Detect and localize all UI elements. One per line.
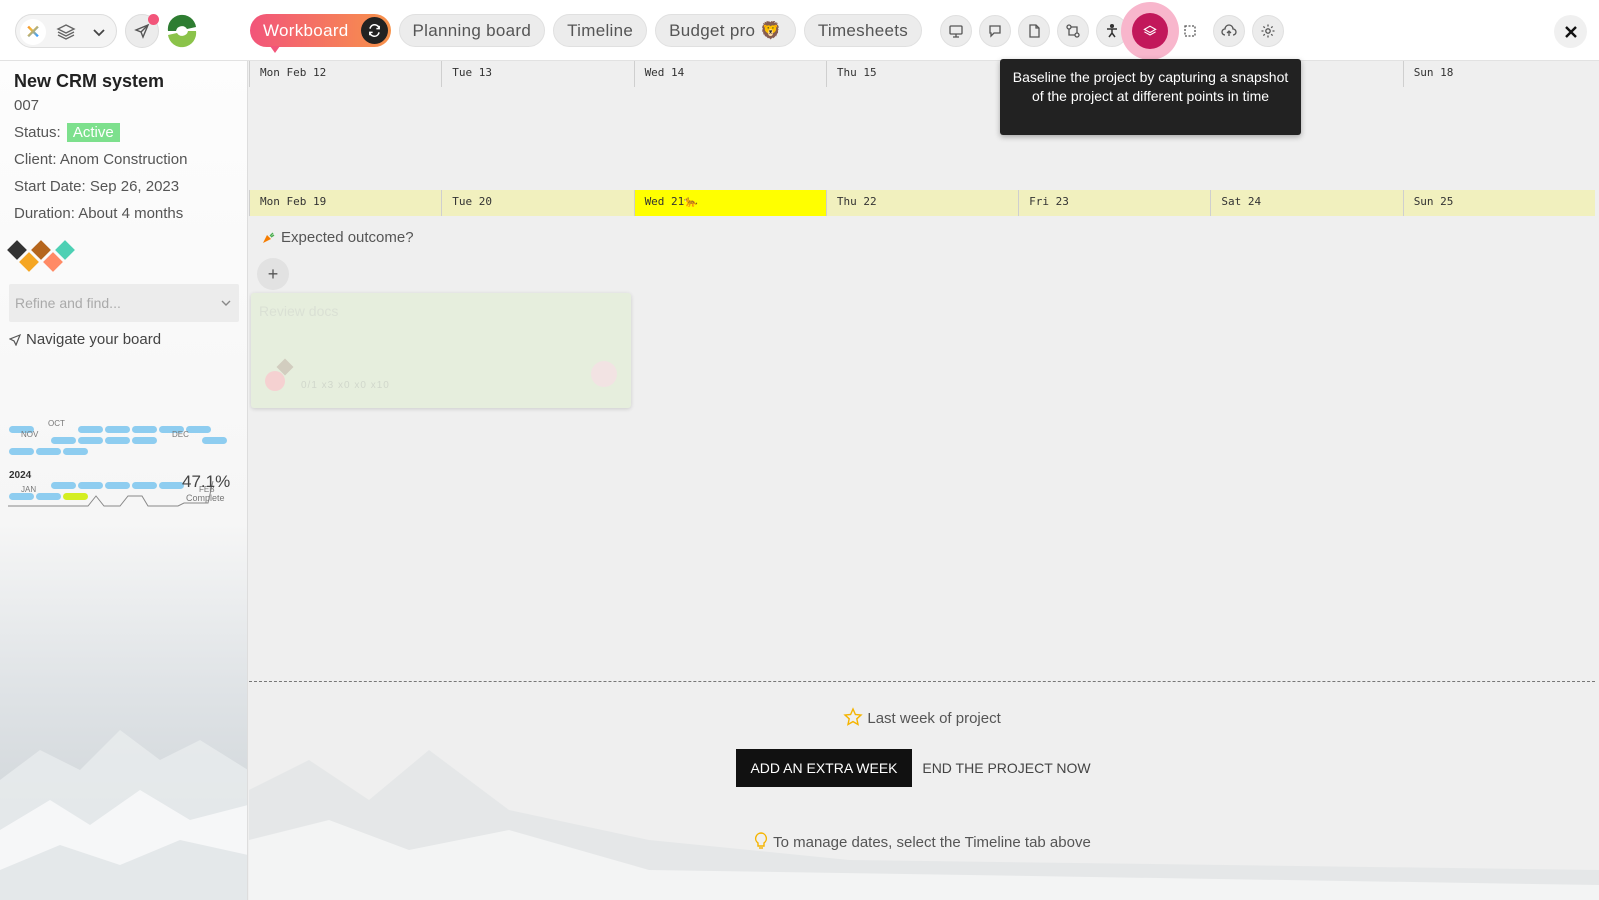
- project-duration: Duration: About 4 months: [14, 205, 184, 222]
- sync-icon[interactable]: [360, 17, 388, 44]
- card-meta: 0/1 x3 x0 x0 x10: [301, 380, 390, 391]
- week-row-2: Mon Feb 19 Tue 20 Wed 21🐆 Thu 22 Fri 23 …: [249, 190, 1595, 216]
- minimap-month-oct: OCT: [48, 419, 65, 428]
- day-cell[interactable]: Thu 22: [825, 190, 1018, 216]
- baseline-button[interactable]: [1121, 2, 1179, 60]
- baseline-icon: [1132, 13, 1168, 49]
- baseline-tooltip: Baseline the project by capturing a snap…: [1000, 59, 1301, 135]
- app-logo-icon[interactable]: ✕: [20, 19, 46, 45]
- select-area-button[interactable]: [1174, 15, 1206, 47]
- project-start-date: Start Date: Sep 26, 2023: [14, 178, 180, 195]
- progress-label: Complete: [186, 493, 225, 503]
- close-button[interactable]: [1554, 15, 1587, 48]
- chat-icon: [989, 25, 1001, 38]
- gear-icon: [1261, 24, 1275, 38]
- close-icon: [1564, 25, 1577, 38]
- compare-button[interactable]: [1057, 15, 1089, 47]
- day-cell[interactable]: Sun 25: [1402, 190, 1595, 216]
- timeline-hint: To manage dates, select the Timeline tab…: [249, 831, 1595, 851]
- team-avatars[interactable]: [6, 239, 86, 275]
- card-title: Review docs: [259, 303, 339, 319]
- week-row-1: Mon Feb 12 Tue 13 Wed 14 Thu 15 Sun 18: [249, 61, 1595, 87]
- rocket-icon[interactable]: [591, 361, 617, 387]
- refine-dropdown[interactable]: Refine and find...: [9, 284, 239, 322]
- tab-timeline[interactable]: Timeline: [553, 14, 648, 47]
- chevron-down-icon: [221, 300, 231, 306]
- project-sidebar: New CRM system 007 Status: Active Client…: [0, 61, 248, 900]
- document-button[interactable]: [1018, 15, 1050, 47]
- task-card[interactable]: Review docs 0/1 x3 x0 x0 x10: [251, 293, 631, 408]
- status-badge: Active: [66, 123, 120, 142]
- compare-icon: [1066, 24, 1080, 38]
- tab-budget-pro[interactable]: Budget pro 🦁: [655, 14, 796, 47]
- workboard: Mon Feb 12 Tue 13 Wed 14 Thu 15 Sun 18 M…: [249, 61, 1599, 900]
- send-icon: [134, 23, 150, 39]
- navigate-board-label: Navigate your board: [9, 331, 161, 348]
- minimap-year: 2024: [9, 470, 32, 481]
- cloud-upload-button[interactable]: [1213, 15, 1245, 47]
- tab-workboard[interactable]: Workboard: [250, 14, 391, 53]
- day-cell[interactable]: Mon Feb 19: [249, 190, 441, 216]
- day-cell[interactable]: Tue 13: [441, 61, 633, 87]
- accessibility-icon: [1107, 23, 1117, 38]
- star-icon: [843, 707, 863, 726]
- tab-planning-board[interactable]: Planning board: [398, 14, 546, 47]
- card-avatar: [265, 358, 294, 391]
- day-cell[interactable]: Sun 18: [1402, 61, 1595, 87]
- day-cell[interactable]: Tue 20: [441, 190, 633, 216]
- layers-icon[interactable]: [56, 22, 76, 42]
- project-client: Client: Anom Construction: [14, 151, 188, 168]
- day-cell[interactable]: Mon Feb 12: [249, 61, 441, 87]
- week-divider: [249, 681, 1595, 682]
- add-card-button[interactable]: +: [257, 258, 289, 290]
- top-bar: ✕ Workboard Planning board Timeline Budg…: [0, 0, 1599, 61]
- day-cell[interactable]: Thu 15: [825, 61, 1018, 87]
- tab-timesheets[interactable]: Timesheets: [803, 14, 923, 47]
- project-number: 007: [14, 97, 40, 114]
- minimap-month-nov: NOV: [21, 430, 39, 439]
- view-tabs: Workboard Planning board Timeline Budget…: [250, 14, 923, 53]
- document-icon: [1029, 24, 1040, 38]
- presentation-icon: [949, 25, 963, 38]
- progress-percent: 47.1%: [182, 472, 231, 491]
- notification-dot: [148, 14, 159, 25]
- project-status: Status: Active: [14, 123, 120, 142]
- day-cell[interactable]: Sat 24: [1210, 190, 1402, 216]
- project-title: New CRM system: [14, 71, 165, 91]
- minimap-month-dec: DEC: [172, 430, 189, 439]
- expected-outcome[interactable]: Expected outcome?: [261, 229, 414, 246]
- end-project-button[interactable]: END THE PROJECT NOW: [919, 749, 1094, 787]
- cloud-upload-icon: [1221, 24, 1237, 36]
- carrot-icon: [263, 232, 275, 243]
- chat-button[interactable]: [979, 15, 1011, 47]
- navigate-icon: [9, 333, 21, 346]
- last-week-label: Last week of project: [249, 707, 1595, 727]
- lightbulb-icon: [755, 832, 768, 849]
- brand-logo-icon[interactable]: [165, 14, 199, 48]
- presentation-button[interactable]: [940, 15, 972, 47]
- day-cell[interactable]: Fri 23: [1018, 190, 1210, 216]
- board-minimap[interactable]: OCT NOV DEC: [0, 351, 248, 446]
- select-area-icon: [1184, 25, 1196, 37]
- settings-button[interactable]: [1252, 15, 1284, 47]
- app-switcher[interactable]: ✕: [15, 14, 117, 48]
- day-cell[interactable]: Wed 14: [633, 61, 826, 87]
- chevron-down-icon[interactable]: [90, 23, 108, 41]
- mountain-background: [0, 730, 247, 900]
- plus-icon: +: [267, 263, 279, 284]
- add-extra-week-button[interactable]: ADD AN EXTRA WEEK: [736, 749, 912, 787]
- day-cell-today[interactable]: Wed 21🐆: [633, 190, 826, 216]
